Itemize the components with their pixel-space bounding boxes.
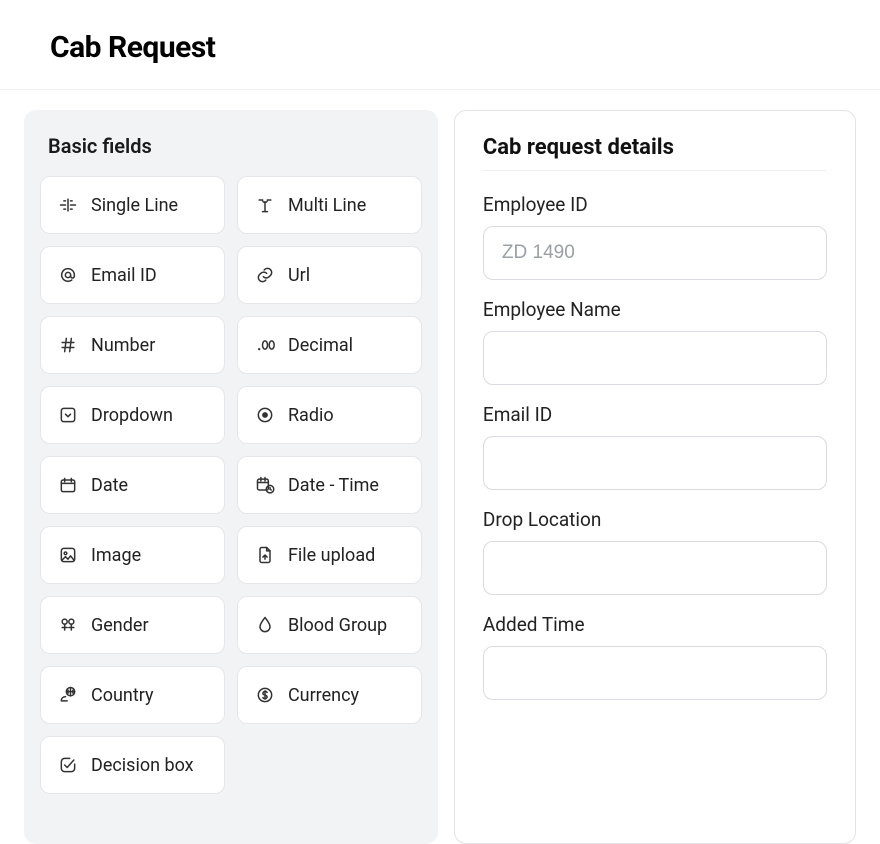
field-type-decimal[interactable]: Decimal: [237, 316, 422, 374]
field-type-country[interactable]: Country: [40, 666, 225, 724]
field-type-label: Url: [288, 265, 310, 286]
decision-box-icon: [57, 754, 79, 776]
field-type-currency[interactable]: Currency: [237, 666, 422, 724]
field-label: Email ID: [483, 403, 827, 426]
page-header: Cab Request: [0, 0, 880, 90]
decimal-icon: [254, 334, 276, 356]
field-type-decision-box[interactable]: Decision box: [40, 736, 225, 794]
field-type-label: File upload: [288, 545, 375, 566]
drop-location-input[interactable]: [483, 541, 827, 595]
field-type-blood-group[interactable]: Blood Group: [237, 596, 422, 654]
palette-title: Basic fields: [48, 134, 422, 158]
form-field-email-id: Email ID: [483, 403, 827, 490]
email-id-input[interactable]: [483, 436, 827, 490]
field-type-label: Number: [91, 335, 155, 356]
number-icon: [57, 334, 79, 356]
field-type-label: Image: [91, 545, 141, 566]
gender-icon: [57, 614, 79, 636]
datetime-icon: [254, 474, 276, 496]
field-type-single-line[interactable]: Single Line: [40, 176, 225, 234]
multi-line-icon: [254, 194, 276, 216]
field-type-file-upload[interactable]: File upload: [237, 526, 422, 584]
blood-group-icon: [254, 614, 276, 636]
field-label: Employee ID: [483, 193, 827, 216]
field-type-label: Currency: [288, 685, 359, 706]
field-type-gender[interactable]: Gender: [40, 596, 225, 654]
field-type-dropdown[interactable]: Dropdown: [40, 386, 225, 444]
form-field-employee-name: Employee Name: [483, 298, 827, 385]
field-type-url[interactable]: Url: [237, 246, 422, 304]
form-field-employee-id: Employee ID: [483, 193, 827, 280]
radio-icon: [254, 404, 276, 426]
dropdown-icon: [57, 404, 79, 426]
field-type-label: Multi Line: [288, 195, 366, 216]
field-type-label: Date - Time: [288, 475, 379, 496]
field-type-label: Decimal: [288, 335, 353, 356]
field-type-label: Dropdown: [91, 405, 173, 426]
field-type-label: Date: [91, 475, 128, 496]
form-field-added-time: Added Time: [483, 613, 827, 700]
field-type-label: Single Line: [91, 195, 178, 216]
field-type-datetime[interactable]: Date - Time: [237, 456, 422, 514]
field-label: Employee Name: [483, 298, 827, 321]
field-type-label: Email ID: [91, 265, 157, 286]
page-title: Cab Request: [50, 30, 830, 65]
country-icon: [57, 684, 79, 706]
form-title: Cab request details: [483, 135, 827, 160]
form-field-drop-location: Drop Location: [483, 508, 827, 595]
field-type-radio[interactable]: Radio: [237, 386, 422, 444]
field-type-email[interactable]: Email ID: [40, 246, 225, 304]
single-line-icon: [57, 194, 79, 216]
field-type-date[interactable]: Date: [40, 456, 225, 514]
image-icon: [57, 544, 79, 566]
file-upload-icon: [254, 544, 276, 566]
field-type-number[interactable]: Number: [40, 316, 225, 374]
field-type-label: Blood Group: [288, 615, 387, 636]
divider: [483, 170, 827, 171]
url-icon: [254, 264, 276, 286]
field-type-multi-line[interactable]: Multi Line: [237, 176, 422, 234]
field-label: Added Time: [483, 613, 827, 636]
form-preview-panel: Cab request details Employee ID Employee…: [454, 110, 856, 844]
field-type-label: Decision box: [91, 755, 194, 776]
email-icon: [57, 264, 79, 286]
currency-icon: [254, 684, 276, 706]
added-time-input[interactable]: [483, 646, 827, 700]
employee-name-input[interactable]: [483, 331, 827, 385]
date-icon: [57, 474, 79, 496]
field-label: Drop Location: [483, 508, 827, 531]
field-type-label: Gender: [91, 615, 149, 636]
employee-id-input[interactable]: [483, 226, 827, 280]
field-type-image[interactable]: Image: [40, 526, 225, 584]
field-type-label: Country: [91, 685, 154, 706]
field-type-label: Radio: [288, 405, 334, 426]
field-palette-panel: Basic fields Single Line Multi Line: [24, 110, 438, 844]
